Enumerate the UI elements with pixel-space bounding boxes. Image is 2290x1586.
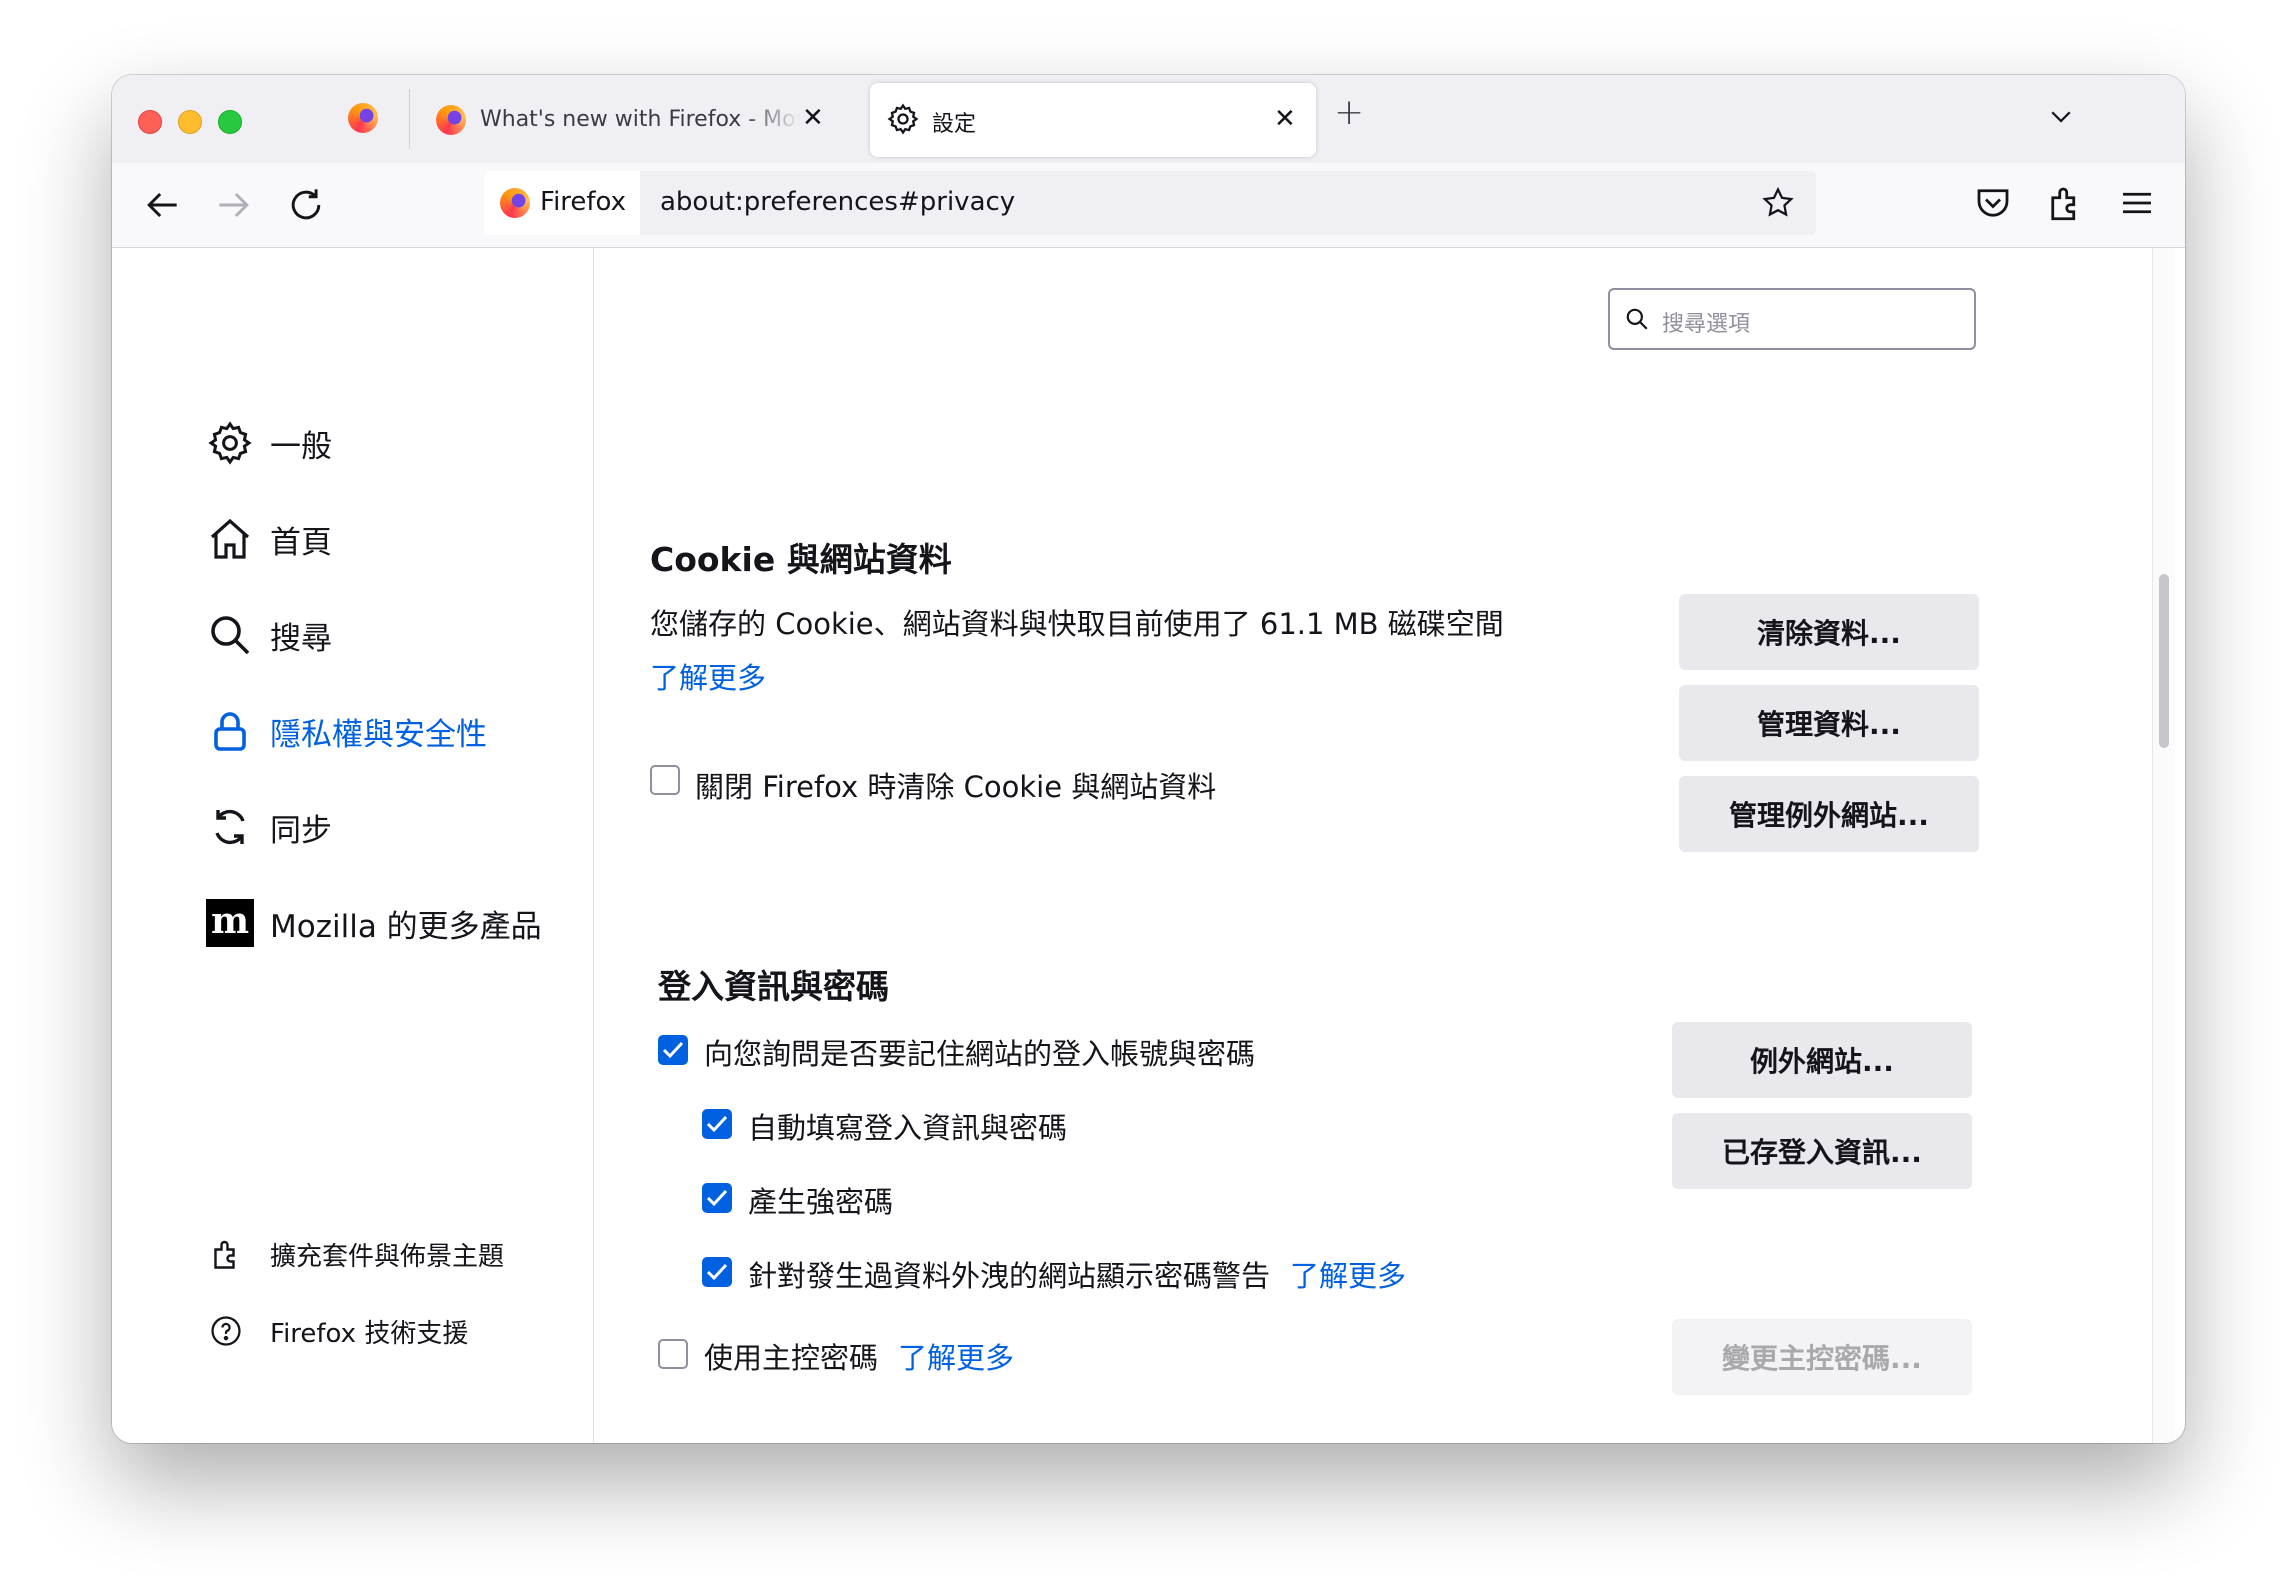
primary-password-text: 使用主控密碼 [704,1341,879,1375]
firefox-icon [500,188,530,218]
pocket-icon[interactable] [1972,182,2014,224]
sidebar-item-label: 搜尋 [270,620,332,657]
ask-to-save-checkbox[interactable] [658,1035,688,1065]
zoom-window-button[interactable] [218,110,242,134]
primary-password-learn-more-link[interactable]: 了解更多 [898,1341,1014,1375]
preferences-content: 搜尋選項 Cookie 與網站資料 您儲存的 Cookie、網站資料與快取目前使… [594,248,2185,1443]
help-icon [211,1316,241,1346]
forward-arrow-icon[interactable] [212,183,256,227]
new-tab-button[interactable]: + [1334,95,1364,131]
extensions-icon[interactable] [2044,182,2086,224]
ask-to-save-label: 向您詢問是否要記住網站的登入帳號與密碼 [704,1037,1256,1071]
logins-heading: 登入資訊與密碼 [658,967,889,1006]
autofill-label: 自動填寫登入資訊與密碼 [748,1111,1068,1145]
primary-password-checkbox[interactable] [658,1339,688,1369]
lock-icon [214,712,246,751]
breach-alerts-learn-more-link[interactable]: 了解更多 [1290,1259,1406,1293]
manage-data-button[interactable]: 管理資料... [1679,685,1979,761]
firefox-support-link[interactable]: Firefox 技術支援 [204,1309,468,1353]
firefox-tab-icon [436,105,466,135]
identity-box[interactable]: Firefox [484,171,640,235]
sidebar-item-sync[interactable]: 同步 [204,799,332,855]
footer-link-label: 擴充套件與佈景主題 [270,1241,505,1272]
saved-logins-button[interactable]: 已存登入資訊... [1672,1113,1972,1189]
close-window-button[interactable] [138,110,162,134]
close-icon[interactable]: ✕ [802,105,824,131]
bookmark-star-icon[interactable] [1760,185,1796,221]
search-placeholder: 搜尋選項 [1662,312,1751,337]
close-icon[interactable]: ✕ [1274,106,1296,132]
browser-window: What's new with Firefox - More privacy, … [112,75,2185,1443]
sidebar-item-search[interactable]: 搜尋 [204,607,332,663]
sync-icon [215,809,245,845]
firefox-view-icon[interactable] [348,103,378,133]
login-exceptions-button[interactable]: 例外網站... [1672,1022,1972,1098]
search-icon [211,616,250,655]
sidebar-item-more-from-mozilla[interactable]: m Mozilla 的更多產品 [204,895,542,951]
hamburger-menu-icon[interactable] [2116,182,2158,224]
url-text[interactable]: about:preferences#privacy [660,187,1015,217]
gear-icon [208,421,252,465]
gear-icon [887,103,919,135]
sidebar-item-label: 首頁 [270,524,332,561]
extensions-themes-link[interactable]: 擴充套件與佈景主題 [204,1232,504,1276]
generate-password-label: 產生強密碼 [748,1185,894,1219]
cookies-usage-text: 您儲存的 Cookie、網站資料與快取目前使用了 61.1 MB 磁碟空間 [650,607,1504,641]
sidebar-item-label: 隱私權與安全性 [270,716,487,753]
cookies-heading: Cookie 與網站資料 [650,540,952,579]
search-icon [1626,308,1648,330]
tab-title: What's new with Firefox - More privacy, … [480,107,800,132]
tab-whats-new[interactable]: What's new with Firefox - More privacy, … [410,85,840,155]
change-primary-password-button: 變更主控密碼... [1672,1319,1972,1395]
sidebar-item-label: 一般 [270,428,332,465]
footer-link-label: Firefox 技術支援 [270,1318,469,1349]
tab-title: 設定 [932,112,977,137]
sidebar-item-label: Mozilla 的更多產品 [270,908,542,945]
back-arrow-icon[interactable] [140,183,184,227]
tab-settings[interactable]: 設定 ✕ [870,83,1316,157]
primary-password-label: 使用主控密碼 了解更多 [704,1335,1014,1377]
autofill-checkbox[interactable] [702,1109,732,1139]
breach-alerts-text: 針對發生過資料外洩的網站顯示密碼警告 [748,1259,1271,1293]
sidebar-item-privacy[interactable]: 隱私權與安全性 [204,703,487,759]
minimize-window-button[interactable] [178,110,202,134]
clear-data-button[interactable]: 清除資料... [1679,594,1979,670]
identity-label: Firefox [540,187,627,217]
search-options-input[interactable]: 搜尋選項 [1608,288,1976,350]
reload-icon[interactable] [284,183,328,227]
extension-icon [214,1240,235,1269]
content-scrollbar[interactable] [2152,248,2175,1443]
sidebar-item-home[interactable]: 首頁 [204,511,332,567]
cookie-exceptions-button[interactable]: 管理例外網站... [1679,776,1979,852]
url-bar[interactable]: Firefox about:preferences#privacy [484,171,1816,235]
cookies-learn-more-link[interactable]: 了解更多 [650,655,766,697]
sidebar-item-general[interactable]: 一般 [204,415,332,471]
home-icon [210,518,250,559]
breach-alerts-checkbox[interactable] [702,1257,732,1287]
breach-alerts-label: 針對發生過資料外洩的網站顯示密碼警告 了解更多 [748,1253,1406,1295]
clear-on-close-checkbox[interactable] [650,765,680,795]
category-sidebar: 一般 首頁 搜尋 隱私權與安全性 同步 m Mozilla 的更多產品 擴充套件… [112,248,594,1443]
generate-password-checkbox[interactable] [702,1183,732,1213]
clear-on-close-label: 關閉 Firefox 時清除 Cookie 與網站資料 [695,770,1217,804]
chevron-down-icon[interactable] [2046,101,2076,131]
sidebar-item-label: 同步 [270,812,332,849]
navigation-toolbar: Firefox about:preferences#privacy [112,163,2185,248]
scrollbar-thumb[interactable] [2159,574,2169,748]
mozilla-icon: m [206,899,254,947]
tab-strip: What's new with Firefox - More privacy, … [112,75,2185,163]
